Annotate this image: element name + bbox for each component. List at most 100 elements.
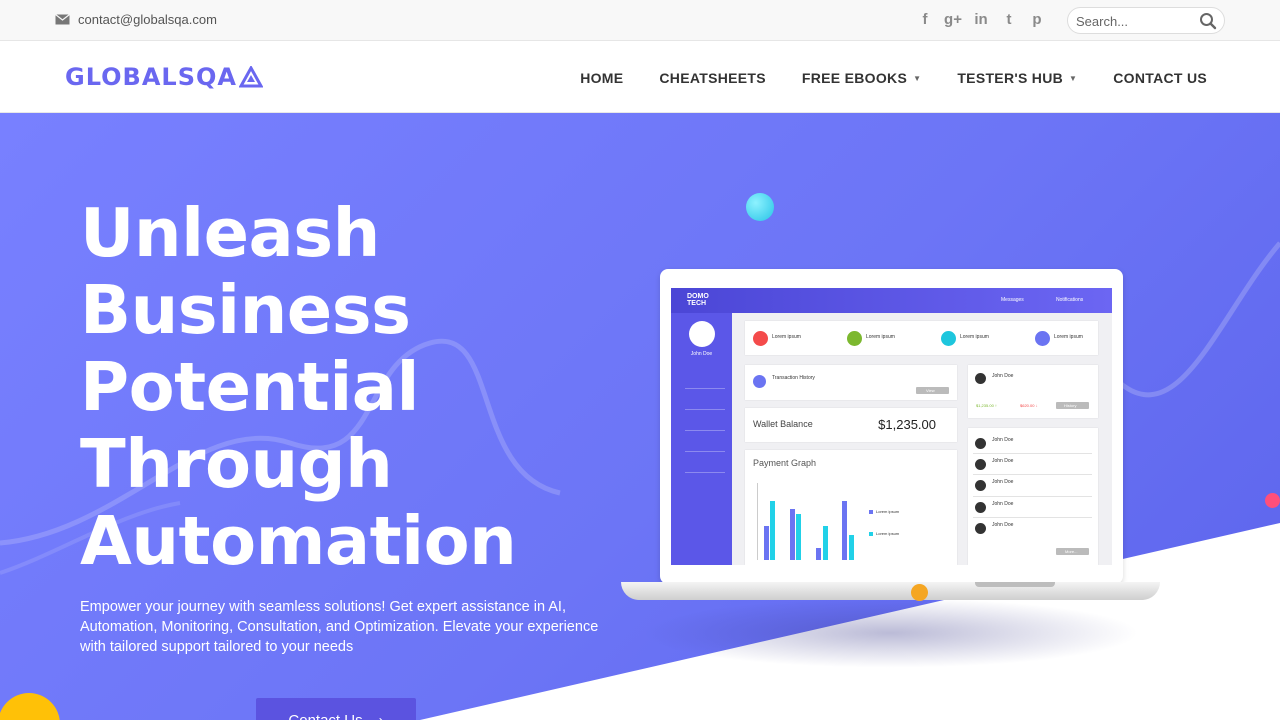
social-links: f g+ in t p xyxy=(916,10,1046,30)
logo-text: GLOBALSQA xyxy=(65,63,237,91)
headline-line: Automation xyxy=(80,502,517,580)
chevron-down-icon: ▼ xyxy=(1069,73,1078,83)
wallet-value: $1,235.00 xyxy=(878,417,936,432)
contact-us-button-label: Contact Us xyxy=(288,711,363,720)
chart-bar xyxy=(770,501,775,560)
nav-free-ebooks-label: FREE EBOOKS xyxy=(801,70,908,86)
search-box xyxy=(1067,7,1225,34)
laptop-notch xyxy=(975,582,1055,587)
amount-down: $620.00 ↓ xyxy=(1020,403,1038,408)
main-header: GLOBALSQA HOME CHEATSHEETS FREE EBOOKS ▼… xyxy=(0,41,1280,113)
nav-home-label: HOME xyxy=(580,70,624,86)
dashboard-user-name: John Doe xyxy=(690,351,713,357)
dashboard-brand-line: TECH xyxy=(687,300,707,307)
contact-name: John Doe xyxy=(992,501,1014,507)
list-divider xyxy=(973,496,1092,497)
wallet-label: Wallet Balance xyxy=(753,419,813,429)
nav-cheatsheets-label: CHEATSHEETS xyxy=(659,70,766,86)
nav-testers-hub-label: TESTER'S HUB xyxy=(957,70,1064,86)
transaction-card: Transaction History View xyxy=(745,365,957,400)
more-button-label: More... xyxy=(1065,549,1078,554)
chevron-down-icon: ▼ xyxy=(913,73,922,83)
stats-card: Lorem ipsum Lorem ipsum Lorem ipsum Lore… xyxy=(745,321,1098,355)
contact-avatar xyxy=(975,373,986,384)
search-input[interactable] xyxy=(1076,12,1194,30)
stat-label: Lorem ipsum xyxy=(866,334,895,340)
contact-email-text: contact@globalsqa.com xyxy=(78,12,217,27)
contact-name: John Doe xyxy=(992,458,1014,464)
contact-name: John Doe xyxy=(992,522,1014,528)
sidebar-divider xyxy=(685,388,725,389)
mini-chart xyxy=(757,483,857,560)
contact-avatar xyxy=(975,438,986,449)
contact-avatar xyxy=(975,480,986,491)
avatar xyxy=(689,321,715,347)
google-plus-icon[interactable]: g+ xyxy=(944,10,962,30)
dashboard-brand: DOMO TECH xyxy=(687,293,709,307)
pinterest-icon[interactable]: p xyxy=(1028,10,1046,30)
stat-dot xyxy=(1035,331,1050,346)
dashboard-sidebar: John Doe xyxy=(671,313,732,565)
top-bar: contact@globalsqa.com f g+ in t p xyxy=(0,0,1280,41)
wallet-card: Wallet Balance $1,235.00 xyxy=(745,408,957,442)
amount-up: $1,235.00 ↑ xyxy=(976,403,997,408)
linkedin-icon[interactable]: in xyxy=(972,10,990,30)
facebook-icon[interactable]: f xyxy=(916,10,934,30)
stat-dot xyxy=(847,331,862,346)
nav-free-ebooks[interactable]: FREE EBOOKS ▼ xyxy=(802,70,921,86)
payment-graph-card: Payment Graph Lorem ipsum Lorem ipsum xyxy=(745,450,957,565)
sidebar-divider xyxy=(685,451,725,452)
sidebar-divider xyxy=(685,472,725,473)
hero-section: Unleash Business Potential Through Autom… xyxy=(0,113,1280,720)
sidebar-divider xyxy=(685,409,725,410)
legend-swatch xyxy=(869,510,873,514)
decorative-dot xyxy=(746,193,774,221)
legend-swatch xyxy=(869,532,873,536)
chart-bar xyxy=(816,548,821,560)
dashboard-brand-line: DOMO xyxy=(687,293,709,300)
headline-line: Business xyxy=(80,271,411,349)
legend-label: Lorem ipsum xyxy=(876,531,900,536)
transaction-title: Transaction History xyxy=(772,375,815,381)
contact-name: John Doe xyxy=(992,479,1014,485)
chart-bar xyxy=(790,509,795,560)
site-logo[interactable]: GLOBALSQA xyxy=(65,63,263,91)
chevron-right-icon: › xyxy=(378,711,384,720)
decorative-dot xyxy=(1265,493,1280,508)
contact-card: John Doe $1,235.00 ↑ $620.00 ↓ History xyxy=(968,365,1098,418)
chart-bar xyxy=(823,526,828,560)
payment-graph-title: Payment Graph xyxy=(753,458,817,468)
headline-line: Potential xyxy=(80,348,419,426)
mail-icon xyxy=(55,14,70,25)
stat-label: Lorem ipsum xyxy=(1054,334,1083,340)
decorative-dot xyxy=(911,584,928,601)
nav-cheatsheets[interactable]: CHEATSHEETS xyxy=(659,70,766,86)
list-divider xyxy=(973,517,1092,518)
history-button-label: History xyxy=(1064,403,1077,408)
dashboard-messages: Messages xyxy=(1001,297,1024,303)
chart-bar xyxy=(849,535,854,560)
sidebar-divider xyxy=(685,430,725,431)
contact-email[interactable]: contact@globalsqa.com xyxy=(55,12,217,27)
search-icon[interactable] xyxy=(1199,12,1217,30)
stat-dot xyxy=(941,331,956,346)
chart-bar xyxy=(764,526,769,560)
dashboard-topbar: DOMO TECH Messages Notifications xyxy=(671,288,1112,313)
contact-name: John Doe xyxy=(992,373,1014,379)
headline-line: Unleash xyxy=(80,194,380,272)
laptop-shadow xyxy=(640,598,1140,668)
logo-triangle-icon xyxy=(238,66,263,88)
stat-label: Lorem ipsum xyxy=(960,334,989,340)
stat-label: Lorem ipsum xyxy=(772,334,801,340)
nav-home[interactable]: HOME xyxy=(580,70,623,86)
nav-contact-us[interactable]: CONTACT US xyxy=(1113,70,1207,86)
contact-avatar xyxy=(975,502,986,513)
nav-contact-us-label: CONTACT US xyxy=(1113,70,1207,86)
headline-line: Through xyxy=(80,425,393,503)
contact-us-button[interactable]: Contact Us › xyxy=(256,698,416,720)
laptop-base xyxy=(621,582,1160,600)
nav-testers-hub[interactable]: TESTER'S HUB ▼ xyxy=(957,70,1077,86)
twitter-icon[interactable]: t xyxy=(1000,10,1018,30)
legend-label: Lorem ipsum xyxy=(876,509,900,514)
hero-headline: Unleash Business Potential Through Autom… xyxy=(80,195,640,580)
